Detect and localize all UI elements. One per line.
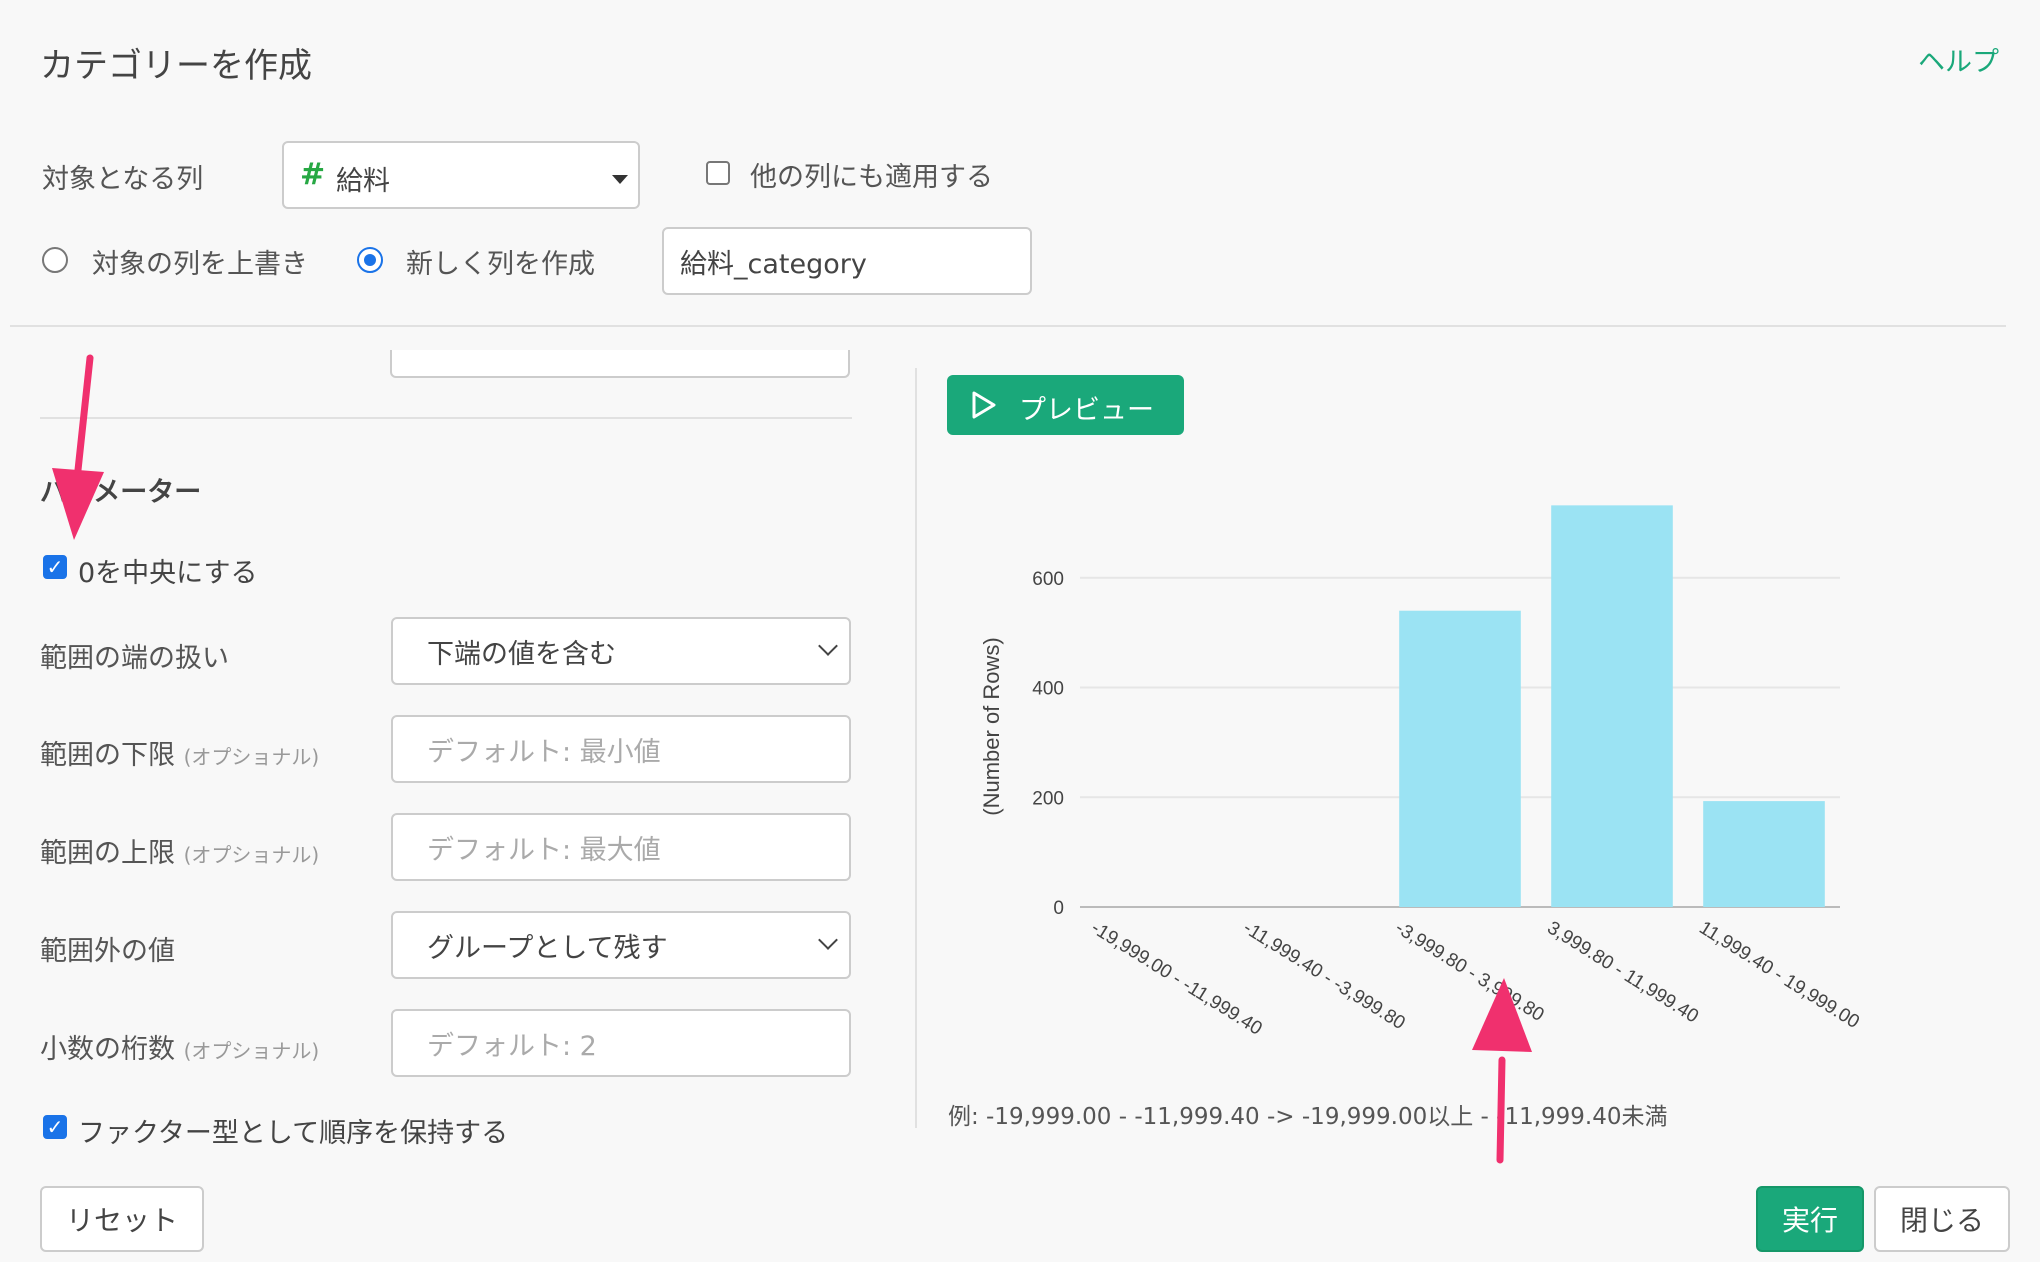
histogram-bar <box>1551 505 1673 907</box>
y-axis-label: (Number of Rows) <box>979 637 1004 815</box>
apply-other-columns-checkbox[interactable] <box>706 161 730 185</box>
x-tick-label: -19,999.00 - -11,999.40 <box>1087 917 1265 1039</box>
decimals-label: 小数の桁数 (オプショナル) <box>40 1034 320 1065</box>
range-lower-input[interactable]: デフォルト: 最小値 <box>391 715 851 783</box>
parameters-heading: パラメーター <box>40 477 202 508</box>
preview-button-label: プレビュー <box>1019 395 1154 426</box>
target-column-select[interactable]: # 給料 <box>282 141 640 209</box>
center-zero-label: 0を中央にする <box>78 558 258 589</box>
optional-hint: (オプショナル) <box>183 745 320 769</box>
optional-hint: (オプショナル) <box>183 1039 320 1063</box>
panel-divider <box>915 368 917 1128</box>
histogram-chart: 0 200 400 600 (Number of Rows) -19,999.00 - -… <box>979 505 1863 1040</box>
x-tick-label: 11,999.40 - 19,999.00 <box>1695 917 1863 1033</box>
new-column-label: 新しく列を作成 <box>406 249 595 280</box>
center-zero-checkbox[interactable]: ✓ <box>43 555 67 579</box>
edge-handling-label: 範囲の端の扱い <box>40 643 229 674</box>
y-tick-label: 200 <box>1032 788 1064 809</box>
preview-button[interactable]: プレビュー <box>947 375 1184 435</box>
divider <box>10 325 2006 327</box>
chevron-down-icon <box>818 636 838 656</box>
example-text: 例: -19,999.00 - -11,999.40 -> -19,999.00… <box>948 1104 1668 1130</box>
dialog-title: カテゴリーを作成 <box>40 46 312 86</box>
histogram-bar <box>1399 610 1521 907</box>
edge-handling-value: 下端の値を含む <box>427 638 616 670</box>
y-tick-label: 600 <box>1032 569 1064 590</box>
scrolled-field-bottom <box>390 350 850 378</box>
caret-down-icon <box>612 175 628 184</box>
overwrite-label: 対象の列を上書き <box>92 249 308 280</box>
run-button[interactable]: 実行 <box>1756 1186 1864 1252</box>
overwrite-radio[interactable] <box>42 247 68 273</box>
close-button[interactable]: 閉じる <box>1874 1186 2010 1252</box>
y-tick-label: 0 <box>1053 898 1064 919</box>
section-divider <box>40 417 852 419</box>
new-column-name-input[interactable]: 給料_category <box>662 227 1032 295</box>
new-column-radio[interactable] <box>357 247 383 273</box>
edge-handling-select[interactable]: 下端の値を含む <box>391 617 851 685</box>
x-tick-label: 3,999.80 - 11,999.40 <box>1543 917 1702 1027</box>
play-icon <box>972 391 996 419</box>
reset-button[interactable]: リセット <box>40 1186 204 1252</box>
x-tick-label: -3,999.80 - 3,999.80 <box>1391 917 1547 1025</box>
target-column-label: 対象となる列 <box>42 164 204 195</box>
x-tick-label: -11,999.40 - -3,999.80 <box>1239 917 1408 1034</box>
range-upper-input[interactable]: デフォルト: 最大値 <box>391 813 851 881</box>
out-of-range-value: グループとして残す <box>427 932 668 964</box>
y-tick-label: 400 <box>1032 679 1064 700</box>
histogram-bar <box>1703 801 1825 907</box>
keep-order-checkbox[interactable]: ✓ <box>43 1115 67 1139</box>
annotation-arrow-icon <box>52 354 104 540</box>
out-of-range-label: 範囲外の値 <box>40 936 175 967</box>
apply-other-columns-label: 他の列にも適用する <box>750 162 993 193</box>
chevron-down-icon <box>818 930 838 950</box>
numeric-column-icon: # <box>300 157 326 192</box>
decimals-input[interactable]: デフォルト: 2 <box>391 1009 851 1077</box>
target-column-value: 給料 <box>336 166 390 197</box>
range-upper-label: 範囲の上限 (オプショナル) <box>40 838 320 869</box>
optional-hint: (オプショナル) <box>183 843 320 867</box>
out-of-range-select[interactable]: グループとして残す <box>391 911 851 979</box>
help-link[interactable]: ヘルプ <box>1918 40 1999 79</box>
keep-order-label: ファクター型として順序を保持する <box>78 1118 509 1149</box>
range-lower-label: 範囲の下限 (オプショナル) <box>40 740 320 771</box>
